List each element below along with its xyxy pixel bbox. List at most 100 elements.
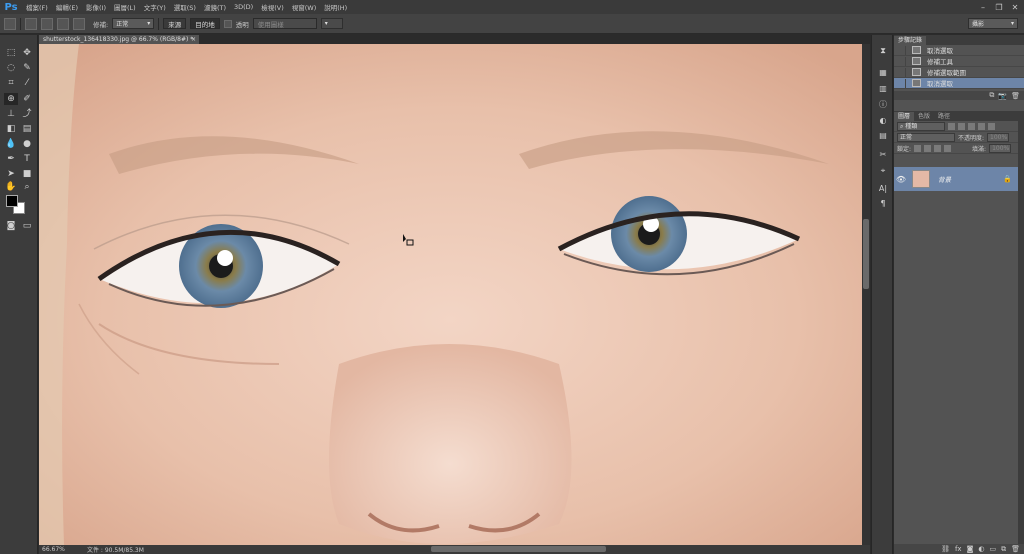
link-layers-icon[interactable]: ⛓ bbox=[941, 545, 950, 553]
history-snapshot-checkbox[interactable] bbox=[896, 56, 906, 66]
menu-file[interactable]: 檔案(F) bbox=[22, 2, 52, 12]
document-tab[interactable]: shutterstock_136418330.jpg @ 66.7% (RGB/… bbox=[39, 35, 199, 44]
destination-button[interactable]: 目的地 bbox=[190, 18, 220, 29]
type-filter-icon[interactable] bbox=[968, 122, 975, 130]
layer-row[interactable]: 👁 背景 🔒 bbox=[894, 167, 1018, 191]
character-panel-icon[interactable]: A| bbox=[876, 183, 890, 195]
swatches-panel-icon[interactable]: ▥ bbox=[876, 83, 890, 95]
shape-filter-icon[interactable] bbox=[978, 122, 985, 130]
trash-icon[interactable]: 🗑 bbox=[1011, 92, 1020, 100]
move-tool-icon[interactable]: ✥ bbox=[20, 47, 34, 59]
layers-scrollbar[interactable] bbox=[1018, 111, 1024, 554]
menu-select[interactable]: 選取(S) bbox=[170, 2, 200, 12]
vertical-scrollbar-thumb[interactable] bbox=[863, 219, 869, 289]
add-selection-icon[interactable] bbox=[41, 17, 53, 30]
foreground-color-swatch[interactable] bbox=[6, 195, 18, 207]
history-brush-tool-icon[interactable]: ⤴ bbox=[20, 108, 34, 120]
tools-presets-icon[interactable]: ✂ bbox=[876, 149, 890, 161]
close-icon[interactable]: × bbox=[191, 35, 196, 44]
styles-panel-icon[interactable]: ▤ bbox=[876, 130, 890, 142]
eraser-tool-icon[interactable]: ◧ bbox=[4, 123, 18, 135]
layer-name[interactable]: 背景 bbox=[938, 174, 951, 184]
blur-tool-icon[interactable]: 💧 bbox=[4, 138, 18, 150]
tab-channels[interactable]: 色版 bbox=[914, 112, 934, 121]
layer-filter-select[interactable]: ⌕ 種類 bbox=[897, 121, 945, 131]
transparent-checkbox[interactable] bbox=[223, 19, 232, 28]
snapshot-icon[interactable]: 📷 bbox=[998, 92, 1007, 100]
lock-pixels-icon[interactable] bbox=[924, 144, 932, 152]
history-snapshot-checkbox[interactable] bbox=[896, 78, 906, 88]
info-panel-icon[interactable]: ⓘ bbox=[876, 99, 890, 111]
paragraph-panel-icon[interactable]: ¶ bbox=[876, 198, 890, 210]
menu-layer[interactable]: 圖層(L) bbox=[110, 2, 140, 12]
patch-mode-select[interactable]: 正常 ▾ bbox=[112, 18, 155, 29]
intersect-selection-icon[interactable] bbox=[73, 17, 85, 30]
quick-mask-icon[interactable]: ◙ bbox=[4, 220, 18, 232]
tab-history[interactable]: 步驟記錄 bbox=[894, 36, 927, 45]
rectangle-tool-icon[interactable]: ■ bbox=[20, 168, 34, 180]
hand-tool-icon[interactable]: ✋ bbox=[4, 181, 18, 193]
history-snapshot-checkbox[interactable] bbox=[896, 45, 906, 55]
new-layer-icon[interactable]: ⧉ bbox=[1001, 545, 1006, 554]
zoom-level[interactable]: 66.67% bbox=[39, 546, 67, 553]
vertical-scrollbar[interactable] bbox=[862, 44, 870, 545]
pattern-picker[interactable]: ▾ bbox=[320, 18, 343, 29]
horizontal-scrollbar-thumb[interactable] bbox=[431, 546, 606, 552]
gradient-tool-icon[interactable]: ▤ bbox=[20, 123, 34, 135]
layer-style-icon[interactable]: fx bbox=[955, 545, 962, 553]
pen-tool-icon[interactable]: ✒ bbox=[4, 153, 18, 165]
history-panel-icon[interactable]: ⧗ bbox=[876, 45, 890, 57]
minimize-button[interactable]: – bbox=[976, 2, 990, 13]
history-step[interactable]: 修補工具 bbox=[894, 56, 1024, 67]
new-document-from-state-icon[interactable]: ⧉ bbox=[989, 91, 994, 100]
tab-paths[interactable]: 路徑 bbox=[934, 112, 954, 121]
add-mask-icon[interactable]: ◙ bbox=[967, 545, 974, 553]
quick-selection-tool-icon[interactable]: ✎ bbox=[20, 62, 34, 74]
smart-object-filter-icon[interactable] bbox=[988, 122, 995, 130]
blend-mode-select[interactable]: 正常 bbox=[897, 132, 955, 142]
workspace-select[interactable]: 攝影 ▾ bbox=[968, 18, 1018, 29]
history-step[interactable]: 取消選取 bbox=[894, 45, 1024, 56]
menu-window[interactable]: 視窗(W) bbox=[288, 2, 321, 12]
trash-icon[interactable]: 🗑 bbox=[1011, 545, 1020, 553]
marquee-tool-icon[interactable]: ⬚ bbox=[4, 47, 18, 59]
adjustment-filter-icon[interactable] bbox=[958, 122, 965, 130]
menu-help[interactable]: 說明(H) bbox=[320, 2, 351, 12]
document-canvas[interactable] bbox=[39, 44, 862, 545]
zoom-tool-icon[interactable]: ⌕ bbox=[20, 181, 34, 193]
dodge-tool-icon[interactable]: ● bbox=[20, 138, 34, 150]
menu-image[interactable]: 影像(I) bbox=[82, 2, 110, 12]
lock-transparent-icon[interactable] bbox=[914, 144, 922, 152]
lock-all-icon[interactable] bbox=[944, 144, 952, 152]
menu-filter[interactable]: 濾鏡(T) bbox=[200, 2, 230, 12]
path-selection-tool-icon[interactable]: ➤ bbox=[4, 168, 18, 180]
lasso-tool-icon[interactable]: ◌ bbox=[4, 62, 18, 74]
history-step[interactable]: 修補選取範圍 bbox=[894, 67, 1024, 78]
menu-edit[interactable]: 編輯(E) bbox=[52, 2, 82, 12]
menu-type[interactable]: 文字(Y) bbox=[140, 2, 170, 12]
pixel-filter-icon[interactable] bbox=[948, 122, 955, 130]
color-panel-icon[interactable]: ▦ bbox=[876, 67, 890, 79]
adjustments-panel-icon[interactable]: ◐ bbox=[876, 115, 890, 127]
visibility-eye-icon[interactable]: 👁 bbox=[894, 175, 908, 184]
new-selection-icon[interactable] bbox=[25, 17, 37, 30]
history-step-selected[interactable]: 取消選取 bbox=[894, 78, 1024, 89]
menu-view[interactable]: 檢視(V) bbox=[257, 2, 288, 12]
tab-layers[interactable]: 圖層 bbox=[894, 112, 915, 121]
history-snapshot-checkbox[interactable] bbox=[896, 67, 906, 77]
subtract-selection-icon[interactable] bbox=[57, 17, 69, 30]
lock-position-icon[interactable] bbox=[934, 144, 942, 152]
screen-mode-icon[interactable]: ▭ bbox=[20, 220, 34, 232]
clone-stamp-tool-icon[interactable]: ⊥ bbox=[4, 108, 18, 120]
use-pattern-button[interactable]: 使用圖樣 bbox=[252, 18, 317, 29]
adjustment-layer-icon[interactable]: ◐ bbox=[978, 545, 984, 553]
source-button[interactable]: 來源 bbox=[163, 18, 187, 29]
fill-field[interactable]: 100% bbox=[989, 143, 1012, 153]
opacity-field[interactable]: 100% bbox=[987, 132, 1010, 142]
navigator-panel-icon[interactable]: ⌖ bbox=[876, 165, 890, 177]
crop-tool-icon[interactable]: ⌗ bbox=[4, 77, 18, 89]
eyedropper-tool-icon[interactable]: ⁄ bbox=[20, 77, 34, 89]
menu-3d[interactable]: 3D(D) bbox=[230, 3, 257, 11]
close-button[interactable]: ✕ bbox=[1008, 2, 1022, 13]
type-tool-icon[interactable]: T bbox=[20, 153, 34, 165]
